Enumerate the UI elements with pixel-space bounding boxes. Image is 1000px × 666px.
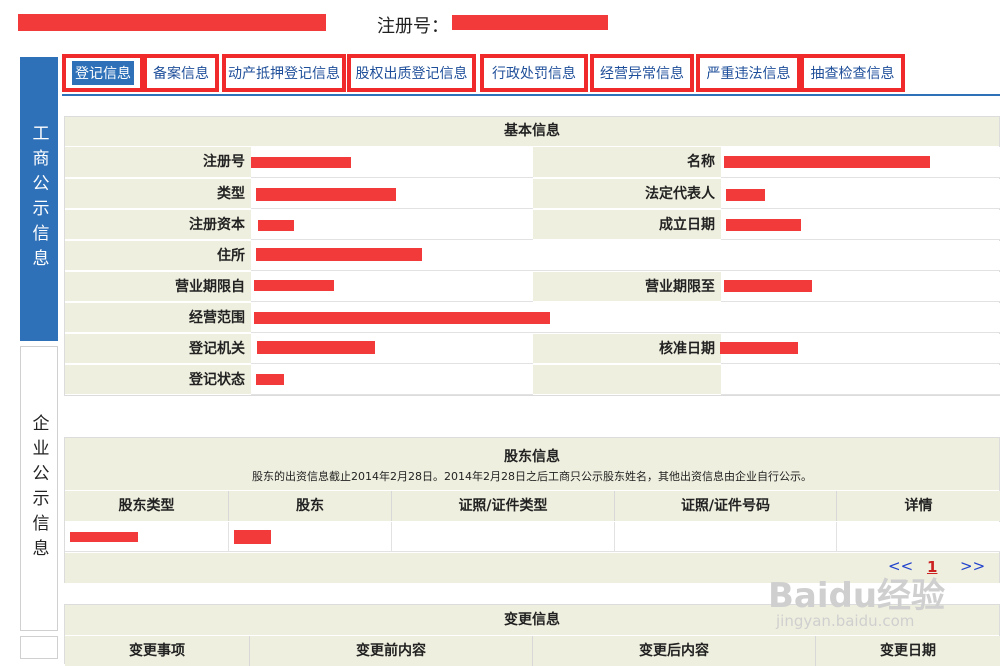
label-authority: 登记机关 [65,334,251,364]
tab-serious-violation[interactable]: 严重违法信息 [696,54,801,92]
label-scope: 经营范围 [65,303,251,333]
label-address: 住所 [65,241,251,271]
label-established: 成立日期 [533,210,721,240]
redacted-company-name [18,14,326,31]
redacted-reg-number [452,15,608,30]
redacted-legal-rep [726,189,765,201]
label-status: 登记状态 [65,365,251,395]
col-change-item: 变更事项 [65,636,250,666]
col-id-number: 证照/证件号码 [615,491,837,521]
tab-label: 备案信息 [153,66,209,82]
value-status [251,365,533,395]
label-period-from: 营业期限自 [65,272,251,302]
col-details: 详情 [837,491,1000,521]
tab-label: 动产抵押登记信息 [228,66,340,82]
tab-chattel-mortgage[interactable]: 动产抵押登记信息 [222,54,346,92]
tab-label: 股权出质登记信息 [355,66,468,82]
col-id-type: 证照/证件类型 [392,491,615,521]
col-change-date: 变更日期 [816,636,1000,666]
pager-next-link[interactable]: >> [960,557,985,575]
redacted-capital [258,220,294,231]
tab-inspection[interactable]: 抽查检查信息 [800,54,905,92]
redacted-type [256,188,396,201]
table-cell [615,522,837,552]
col-before: 变更前内容 [250,636,533,666]
tab-registration-info[interactable]: 登记信息 [62,54,144,92]
reg-number-label: 注册号： [377,16,449,37]
tab-bar-underline [62,94,1000,96]
side-tab-stub [20,636,58,659]
side-tab-enterprise-publicity[interactable]: 企业公示信息 [20,346,58,631]
tab-label: 抽查检查信息 [810,66,895,82]
redacted-approval-date [720,342,798,354]
col-shareholder: 股东 [229,491,392,521]
tab-filing-info[interactable]: 备案信息 [143,54,219,92]
empty-label [533,365,721,395]
col-shareholder-type: 股东类型 [65,491,229,521]
tab-abnormal-operation[interactable]: 经营异常信息 [590,54,694,92]
tab-label: 登记信息 [72,61,134,85]
baidu-watermark-url: jingyan.baidu.com [776,612,915,630]
tab-admin-penalty[interactable]: 行政处罚信息 [480,54,588,92]
label-legal-rep: 法定代表人 [533,179,721,209]
table-cell [392,522,615,552]
shareholder-panel: 股东信息 股东的出资信息截止2014年2月28日。2014年2月28日之后工商只… [64,437,1000,583]
shareholder-header: 股东信息 股东的出资信息截止2014年2月28日。2014年2月28日之后工商只… [65,438,999,490]
label-period-to: 营业期限至 [533,272,721,302]
basic-info-title: 基本信息 [65,117,999,146]
shareholder-title: 股东信息 [504,449,560,465]
redacted-status [256,374,284,385]
redacted-reg-no [251,157,351,168]
col-after: 变更后内容 [533,636,816,666]
redacted-period-to [724,280,812,292]
label-name: 名称 [533,147,721,178]
redacted-shareholder-name [234,530,271,544]
label-capital: 注册资本 [65,210,251,240]
side-tab-business-publicity[interactable]: 工商公示信息 [20,57,58,341]
redacted-address [256,248,422,261]
redacted-shareholder-type [70,532,138,542]
baidu-watermark-brand: Baidu经验 [768,576,946,616]
redacted-name [724,156,930,168]
redacted-established [726,219,801,231]
redacted-authority [257,341,375,354]
redacted-scope [254,312,550,324]
empty-value [721,365,1000,395]
tab-label: 行政处罚信息 [492,66,576,82]
label-type: 类型 [65,179,251,209]
table-cell [837,522,1000,552]
label-reg-no: 注册号 [65,147,251,178]
label-approval-date: 核准日期 [533,334,721,364]
tab-equity-pledge[interactable]: 股权出质登记信息 [347,54,476,92]
tab-label: 经营异常信息 [600,66,684,82]
redacted-period-from [254,280,334,291]
tab-label: 严重违法信息 [706,66,791,82]
shareholder-note: 股东的出资信息截止2014年2月28日。2014年2月28日之后工商只公示股东姓… [252,470,812,483]
